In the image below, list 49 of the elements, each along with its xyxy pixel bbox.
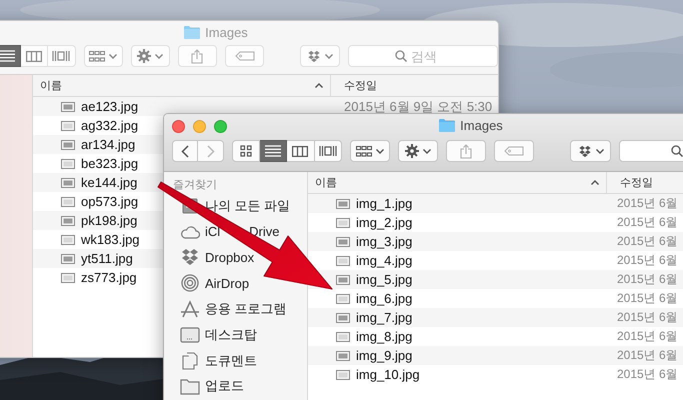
file-name: yt511.jpg bbox=[81, 251, 133, 266]
modified-date: 2015년 6월 bbox=[617, 310, 678, 324]
column-label: 이름 bbox=[315, 176, 337, 190]
sidebar-item[interactable]: AirDrop bbox=[205, 276, 250, 291]
modified-date: 2015년 6월 bbox=[617, 367, 678, 381]
sidebar-heading: 즐겨찾기 bbox=[172, 178, 218, 193]
file-name: ae123.jpg bbox=[81, 99, 138, 114]
file-name: ar134.jpg bbox=[81, 137, 136, 152]
search-field[interactable]: 검색 bbox=[348, 45, 498, 67]
file-name: pk198.jpg bbox=[81, 213, 138, 228]
column-header[interactable]: 수정일 bbox=[331, 75, 377, 96]
sidebar-item-text[interactable]: iCl bbox=[205, 224, 220, 240]
window-title: Images bbox=[205, 24, 248, 40]
file-name: ag332.jpg bbox=[81, 118, 138, 133]
file-name: ke144.jpg bbox=[81, 175, 138, 190]
file-name: img_10.jpg bbox=[356, 367, 420, 382]
file-name: zs773.jpg bbox=[81, 270, 137, 285]
sidebar-item[interactable]: 업로드 bbox=[205, 377, 244, 396]
modified-date: 2015년 6월 bbox=[617, 196, 678, 210]
modified-date: 2015년 6월 bbox=[617, 215, 678, 229]
file-name: wk183.jpg bbox=[81, 232, 140, 247]
modified-date: 2015년 6월 bbox=[617, 272, 678, 286]
modified-date: 2015년 6월 bbox=[617, 253, 678, 267]
file-name: img_9.jpg bbox=[356, 348, 412, 363]
sidebar-item[interactable]: 응용 프로그램 bbox=[205, 300, 287, 318]
file-name: img_6.jpg bbox=[356, 291, 412, 306]
name-column-header[interactable]: 이름 bbox=[308, 172, 607, 193]
file-name: img_5.jpg bbox=[356, 272, 412, 287]
file-name: img_3.jpg bbox=[356, 234, 412, 249]
file-name: op573.jpg bbox=[81, 194, 138, 209]
modified-date: 2015년 6월 bbox=[617, 291, 678, 305]
file-name: img_4.jpg bbox=[356, 253, 412, 268]
column-header[interactable]: 수정일 bbox=[607, 172, 653, 193]
modified-date: 2015년 6월 bbox=[617, 329, 678, 343]
sidebar-item[interactable]: 데스크탑 bbox=[205, 326, 257, 344]
sidebar-item[interactable]: 도큐멘트 bbox=[205, 352, 257, 370]
file-name: img_1.jpg bbox=[356, 196, 412, 211]
modified-date: 2015년 6월 bbox=[617, 234, 678, 248]
file-name: img_8.jpg bbox=[356, 329, 412, 344]
sidebar-item[interactable]: 나의 모든 파일 bbox=[205, 196, 290, 215]
modified-date: 2015년 6월 9일 오전 5:30 bbox=[344, 98, 492, 114]
file-name: img_2.jpg bbox=[356, 215, 412, 230]
sidebar-item[interactable]: Dropbox bbox=[205, 250, 254, 265]
window-title: Images bbox=[460, 118, 503, 133]
file-name: be323.jpg bbox=[81, 156, 138, 171]
modified-date: 2015년 6월 bbox=[617, 348, 678, 362]
file-name: img_7.jpg bbox=[356, 310, 412, 325]
name-column-header[interactable]: 이름 bbox=[33, 75, 331, 96]
column-label: 이름 bbox=[40, 79, 62, 93]
